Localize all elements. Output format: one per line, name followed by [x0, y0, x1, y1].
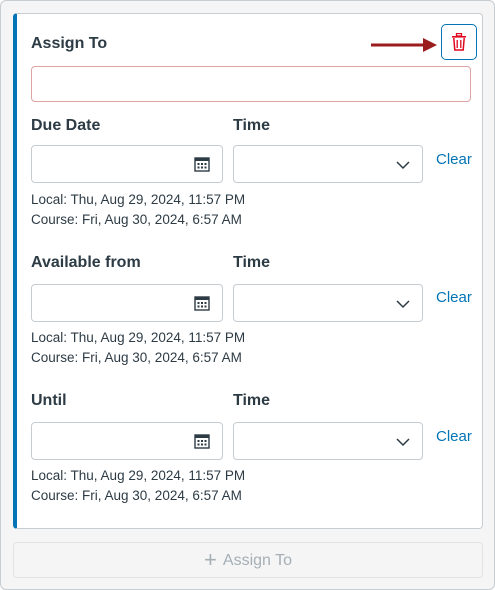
due-date-input[interactable]	[31, 145, 223, 183]
until-date-input[interactable]	[31, 422, 223, 460]
due-date-course-time: Course: Fri, Aug 30, 2024, 6:57 AM	[31, 212, 242, 227]
available-from-course-time: Course: Fri, Aug 30, 2024, 6:57 AM	[31, 350, 242, 365]
due-date-label: Due Date	[31, 117, 101, 134]
add-assign-to-button[interactable]: + Assign To	[13, 542, 483, 578]
assign-card: Assign To Due Date Time Clear Local: Thu…	[13, 13, 483, 529]
assign-to-input[interactable]	[31, 66, 471, 102]
assign-to-button-label: Assign To	[222, 552, 292, 569]
assign-to-label: Assign To	[31, 35, 108, 52]
due-time-label: Time	[233, 117, 271, 134]
plus-icon: +	[204, 547, 217, 572]
trash-icon	[452, 33, 466, 51]
chevron-down-icon	[396, 300, 410, 309]
available-from-clear-link[interactable]: Clear	[436, 289, 472, 306]
due-time-select[interactable]	[233, 145, 423, 183]
available-from-input[interactable]	[31, 284, 223, 322]
calendar-icon[interactable]	[194, 156, 210, 172]
due-date-clear-link[interactable]: Clear	[436, 151, 472, 168]
until-time-label: Time	[233, 392, 271, 409]
calendar-icon[interactable]	[194, 295, 210, 311]
available-time-label: Time	[233, 254, 271, 271]
available-time-select[interactable]	[233, 284, 423, 322]
until-course-time: Course: Fri, Aug 30, 2024, 6:57 AM	[31, 488, 242, 503]
until-label: Until	[31, 392, 67, 409]
until-local-time: Local: Thu, Aug 29, 2024, 11:57 PM	[31, 468, 246, 483]
annotation-arrow-icon	[371, 38, 437, 52]
assign-panel: Assign To Due Date Time Clear Local: Thu…	[0, 0, 495, 590]
calendar-icon[interactable]	[194, 433, 210, 449]
available-from-local-time: Local: Thu, Aug 29, 2024, 11:57 PM	[31, 330, 246, 345]
until-clear-link[interactable]: Clear	[436, 428, 472, 445]
delete-assignment-button[interactable]	[441, 24, 477, 60]
chevron-down-icon	[396, 438, 410, 447]
until-time-select[interactable]	[233, 422, 423, 460]
due-date-local-time: Local: Thu, Aug 29, 2024, 11:57 PM	[31, 192, 246, 207]
chevron-down-icon	[396, 161, 410, 170]
available-from-label: Available from	[31, 254, 141, 271]
